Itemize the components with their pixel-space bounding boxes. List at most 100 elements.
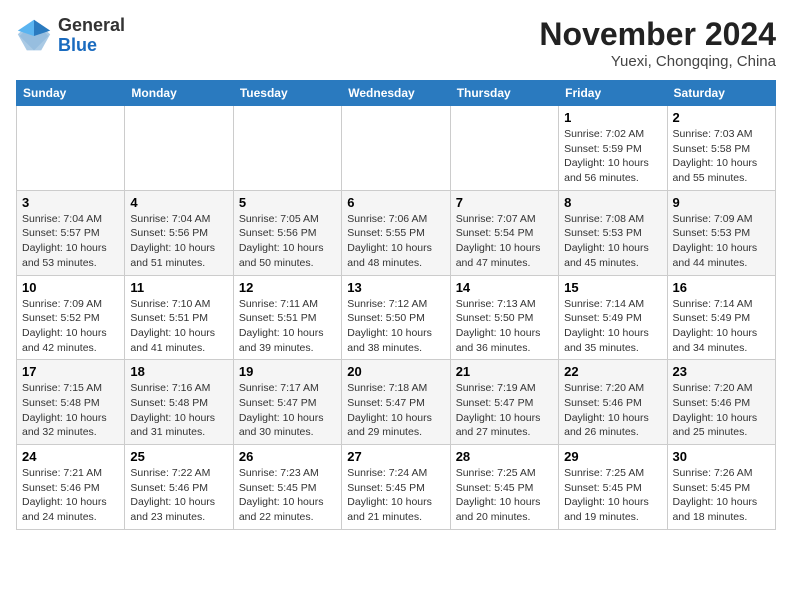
sunset-text: Sunset: 5:52 PM [22,312,100,324]
sunrise-text: Sunrise: 7:10 AM [130,298,210,310]
day-number: 21 [456,364,553,379]
calendar-week-1: 1Sunrise: 7:02 AMSunset: 5:59 PMDaylight… [17,106,776,191]
weekday-header-tuesday: Tuesday [233,81,341,106]
day-info: Sunrise: 7:18 AMSunset: 5:47 PMDaylight:… [347,381,444,440]
day-number: 27 [347,449,444,464]
sunrise-text: Sunrise: 7:11 AM [239,298,318,310]
daylight-text: Daylight: 10 hours and 42 minutes. [22,327,107,354]
sunset-text: Sunset: 5:51 PM [130,312,208,324]
sunrise-text: Sunrise: 7:25 AM [456,467,536,479]
sunset-text: Sunset: 5:51 PM [239,312,317,324]
calendar-cell [233,106,341,191]
sunrise-text: Sunrise: 7:15 AM [22,382,102,394]
day-info: Sunrise: 7:03 AMSunset: 5:58 PMDaylight:… [673,127,770,186]
sunset-text: Sunset: 5:47 PM [239,397,317,409]
daylight-text: Daylight: 10 hours and 18 minutes. [673,496,758,523]
daylight-text: Daylight: 10 hours and 22 minutes. [239,496,324,523]
day-number: 6 [347,195,444,210]
day-number: 19 [239,364,336,379]
sunset-text: Sunset: 5:56 PM [130,227,208,239]
daylight-text: Daylight: 10 hours and 51 minutes. [130,242,215,269]
daylight-text: Daylight: 10 hours and 34 minutes. [673,327,758,354]
sunset-text: Sunset: 5:46 PM [22,482,100,494]
daylight-text: Daylight: 10 hours and 19 minutes. [564,496,649,523]
calendar-week-4: 17Sunrise: 7:15 AMSunset: 5:48 PMDayligh… [17,360,776,445]
sunrise-text: Sunrise: 7:13 AM [456,298,536,310]
day-info: Sunrise: 7:10 AMSunset: 5:51 PMDaylight:… [130,297,227,356]
calendar-cell: 9Sunrise: 7:09 AMSunset: 5:53 PMDaylight… [667,190,775,275]
day-info: Sunrise: 7:13 AMSunset: 5:50 PMDaylight:… [456,297,553,356]
calendar-cell: 25Sunrise: 7:22 AMSunset: 5:46 PMDayligh… [125,445,233,530]
day-number: 22 [564,364,661,379]
day-number: 4 [130,195,227,210]
calendar-cell [450,106,558,191]
daylight-text: Daylight: 10 hours and 55 minutes. [673,157,758,184]
daylight-text: Daylight: 10 hours and 30 minutes. [239,412,324,439]
day-info: Sunrise: 7:16 AMSunset: 5:48 PMDaylight:… [130,381,227,440]
calendar-cell: 30Sunrise: 7:26 AMSunset: 5:45 PMDayligh… [667,445,775,530]
day-info: Sunrise: 7:06 AMSunset: 5:55 PMDaylight:… [347,212,444,271]
day-number: 9 [673,195,770,210]
weekday-header-monday: Monday [125,81,233,106]
weekday-header-row: SundayMondayTuesdayWednesdayThursdayFrid… [17,81,776,106]
daylight-text: Daylight: 10 hours and 20 minutes. [456,496,541,523]
sunset-text: Sunset: 5:47 PM [456,397,534,409]
sunset-text: Sunset: 5:53 PM [564,227,642,239]
day-number: 26 [239,449,336,464]
weekday-header-saturday: Saturday [667,81,775,106]
daylight-text: Daylight: 10 hours and 38 minutes. [347,327,432,354]
daylight-text: Daylight: 10 hours and 35 minutes. [564,327,649,354]
calendar-cell: 1Sunrise: 7:02 AMSunset: 5:59 PMDaylight… [559,106,667,191]
day-info: Sunrise: 7:24 AMSunset: 5:45 PMDaylight:… [347,466,444,525]
day-number: 8 [564,195,661,210]
sunset-text: Sunset: 5:45 PM [347,482,425,494]
day-number: 29 [564,449,661,464]
month-title: November 2024 [539,16,776,53]
calendar-cell: 21Sunrise: 7:19 AMSunset: 5:47 PMDayligh… [450,360,558,445]
sunrise-text: Sunrise: 7:16 AM [130,382,210,394]
calendar-cell: 16Sunrise: 7:14 AMSunset: 5:49 PMDayligh… [667,275,775,360]
calendar-cell: 23Sunrise: 7:20 AMSunset: 5:46 PMDayligh… [667,360,775,445]
day-number: 23 [673,364,770,379]
day-info: Sunrise: 7:15 AMSunset: 5:48 PMDaylight:… [22,381,119,440]
sunset-text: Sunset: 5:47 PM [347,397,425,409]
day-info: Sunrise: 7:09 AM Sunset: 5:52 PM Daylight:… [22,297,119,356]
sunset-text: Sunset: 5:48 PM [130,397,208,409]
sunset-text: Sunset: 5:45 PM [456,482,534,494]
sunset-text: Sunset: 5:45 PM [239,482,317,494]
weekday-header-friday: Friday [559,81,667,106]
daylight-text: Daylight: 10 hours and 36 minutes. [456,327,541,354]
day-number: 30 [673,449,770,464]
sunrise-text: Sunrise: 7:12 AM [347,298,427,310]
logo-text: General Blue [58,16,125,56]
sunset-text: Sunset: 5:57 PM [22,227,100,239]
daylight-text: Daylight: 10 hours and 50 minutes. [239,242,324,269]
sunrise-text: Sunrise: 7:23 AM [239,467,319,479]
sunset-text: Sunset: 5:56 PM [239,227,317,239]
daylight-text: Daylight: 10 hours and 53 minutes. [22,242,107,269]
daylight-text: Daylight: 10 hours and 56 minutes. [564,157,649,184]
calendar-cell: 11Sunrise: 7:10 AMSunset: 5:51 PMDayligh… [125,275,233,360]
day-number: 12 [239,280,336,295]
calendar-cell: 10Sunrise: 7:09 AMSunset: 5:52 PMDayligh… [17,275,125,360]
calendar-cell: 18Sunrise: 7:16 AMSunset: 5:48 PMDayligh… [125,360,233,445]
day-info: Sunrise: 7:25 AM Sunset: 5:45 PM Daylight:… [456,466,553,525]
calendar-cell [342,106,450,191]
sunrise-text: Sunrise: 7:04 AM [22,213,102,225]
calendar-cell: 15Sunrise: 7:14 AMSunset: 5:49 PMDayligh… [559,275,667,360]
sunrise-text: Sunrise: 7:09 AM [22,298,102,310]
calendar-cell: 13 Sunrise: 7:12 AMSunset: 5:50 PMDayligh… [342,275,450,360]
day-info: Sunrise: 7:17 AMSunset: 5:47 PMDaylight:… [239,381,336,440]
sunrise-text: Sunrise: 7:24 AM [347,467,427,479]
weekday-header-wednesday: Wednesday [342,81,450,106]
sunrise-text: Sunrise: 7:14 AM [564,298,644,310]
day-info: Sunrise: 7:12 AMSunset: 5:50 PMDaylight:… [347,297,444,356]
day-info: Sunrise: 7:25 AMSunset: 5:45 PMDaylight:… [564,466,661,525]
calendar-cell [17,106,125,191]
sunrise-text: Sunrise: 7:05 AM [239,213,319,225]
daylight-text: Daylight: 10 hours and 44 minutes. [673,242,758,269]
logo-icon [16,18,52,54]
day-number: 13 [347,280,444,295]
weekday-header-thursday: Thursday [450,81,558,106]
day-info: Sunrise: 7:04 AMSunset: 5:56 PMDaylight:… [130,212,227,271]
